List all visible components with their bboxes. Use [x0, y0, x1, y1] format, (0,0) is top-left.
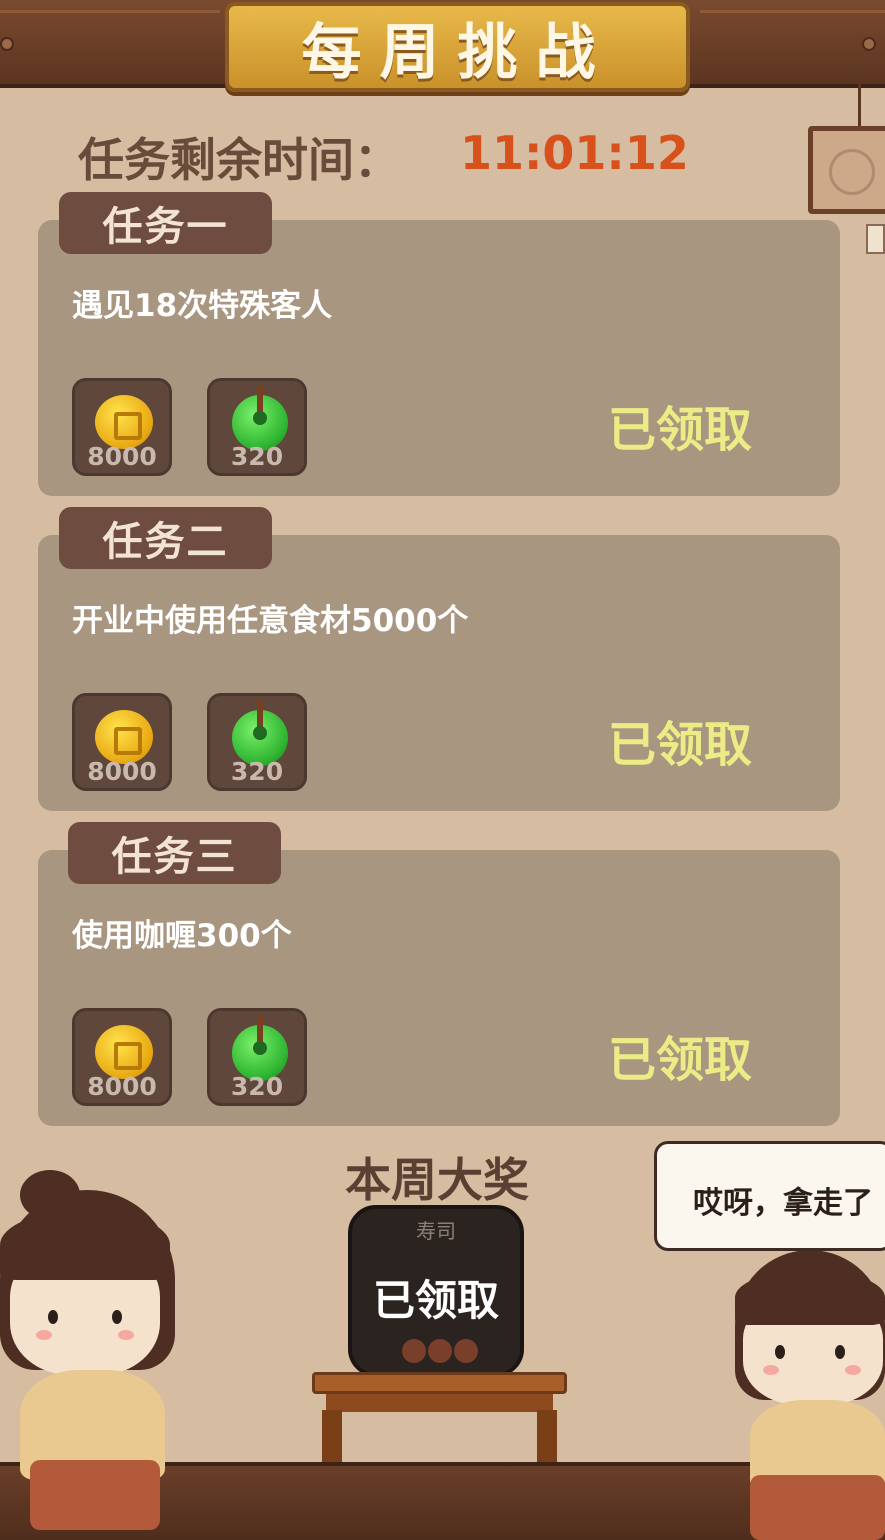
- character-left: [0, 1170, 190, 1540]
- reward-jade[interactable]: 320: [207, 693, 307, 791]
- timer-value: 11:01:12: [460, 126, 689, 180]
- table-apron: [326, 1394, 553, 1412]
- table-leg: [322, 1410, 342, 1466]
- reward-amount: 8000: [87, 442, 157, 471]
- task-description: 使用咖喱300个: [72, 918, 292, 954]
- speech-bubble: 哎呀，拿走了: [654, 1141, 885, 1251]
- side-tab[interactable]: [866, 224, 885, 254]
- reward-amount: 320: [230, 757, 284, 786]
- table-leg: [537, 1410, 557, 1466]
- title-banner: 每周挑战: [225, 2, 690, 92]
- task-tab-3: 任务三: [68, 822, 281, 884]
- claimed-status: 已领取: [608, 1032, 753, 1088]
- display-table: [312, 1372, 567, 1394]
- task-card-3: 使用咖喱300个 8000 320 已领取: [38, 850, 840, 1126]
- page-title: 每周挑战: [301, 17, 614, 88]
- task-tab-2: 任务二: [59, 507, 272, 569]
- task-description: 遇见18次特殊客人: [72, 288, 333, 324]
- reward-coin[interactable]: 8000: [72, 693, 172, 791]
- claimed-status: 已领取: [608, 717, 753, 773]
- grand-prize-item[interactable]: 寿司 已领取: [348, 1205, 524, 1377]
- frame-plank: [700, 10, 885, 13]
- reward-jade[interactable]: 320: [207, 378, 307, 476]
- reward-coin[interactable]: 8000: [72, 1008, 172, 1106]
- prize-item-name: 寿司: [416, 1219, 456, 1243]
- character-right: [735, 1250, 885, 1540]
- task-tab-1: 任务一: [59, 192, 272, 254]
- reward-jade[interactable]: 320: [207, 1008, 307, 1106]
- prize-claimed-status: 已领取: [372, 1276, 499, 1325]
- sushi-icon: [402, 1339, 482, 1363]
- coin-icon: [95, 395, 153, 449]
- bolt-icon: [0, 37, 14, 51]
- lantern-rope: [858, 78, 861, 128]
- frame-plank: [0, 10, 220, 13]
- reward-amount: 8000: [87, 1072, 157, 1101]
- claimed-status: 已领取: [608, 402, 753, 458]
- task-card-2: 开业中使用任意食材5000个 8000 320 已领取: [38, 535, 840, 811]
- bolt-icon: [862, 37, 876, 51]
- reward-amount: 320: [230, 1072, 284, 1101]
- coin-icon: [95, 1025, 153, 1079]
- grand-prize-title: 本周大奖: [345, 1153, 529, 1207]
- reward-amount: 8000: [87, 757, 157, 786]
- task-description: 开业中使用任意食材5000个: [72, 603, 469, 639]
- timer-label: 任务剩余时间：: [78, 133, 400, 187]
- lantern-icon: [808, 126, 885, 214]
- task-card-1: 遇见18次特殊客人 8000 320 已领取: [38, 220, 840, 496]
- speech-bubble-text: 哎呀，拿走了: [693, 1186, 873, 1221]
- reward-amount: 320: [230, 442, 284, 471]
- coin-icon: [95, 710, 153, 764]
- reward-coin[interactable]: 8000: [72, 378, 172, 476]
- lantern-seal: [829, 149, 875, 195]
